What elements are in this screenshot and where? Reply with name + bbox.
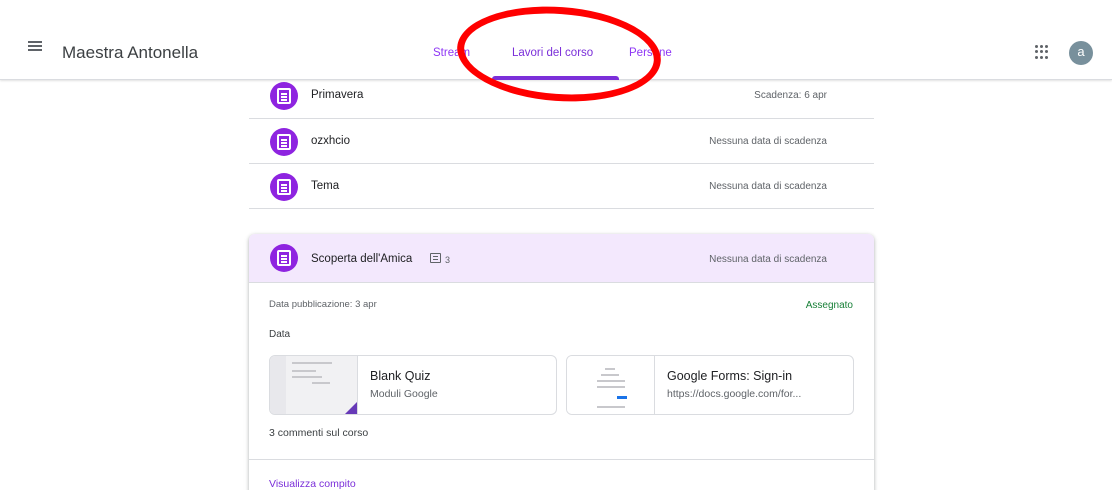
assignment-row[interactable]: ozxhcio Nessuna data di scadenza — [249, 119, 874, 164]
expanded-assignment-card: Scoperta dell'Amica 3 Nessuna data di sc… — [249, 234, 874, 490]
comment-icon — [430, 253, 441, 263]
assignment-due: Scadenza: 6 apr — [754, 90, 827, 101]
assignment-description: Data — [269, 329, 291, 340]
assignment-title: Tema — [311, 180, 340, 192]
assignment-due: Nessuna data di scadenza — [709, 181, 827, 192]
tab-lavori-del-corso[interactable]: Lavori del corso — [512, 47, 593, 59]
hamburger-menu-icon[interactable] — [28, 41, 42, 51]
tab-stream[interactable]: Stream — [433, 47, 470, 59]
google-apps-grid-icon[interactable] — [1035, 45, 1049, 59]
view-assignment-link[interactable]: Visualizza compito — [269, 478, 356, 490]
assignment-row[interactable]: Tema Nessuna data di scadenza — [249, 164, 874, 209]
attachment-subtitle: https://docs.google.com/for... — [667, 388, 802, 400]
attachment-google-forms-sign-in[interactable]: Google Forms: Sign-in https://docs.googl… — [566, 355, 854, 415]
comment-count: 3 — [445, 255, 451, 265]
tab-persone[interactable]: Persone — [629, 47, 672, 59]
assignment-icon — [270, 128, 298, 156]
assignment-list: Primavera Scadenza: 6 apr ozxhcio Nessun… — [249, 80, 874, 209]
active-tab-indicator — [492, 76, 619, 80]
attachment-blank-quiz[interactable]: Blank Quiz Moduli Google — [269, 355, 557, 415]
expanded-assignment-due: Nessuna data di scadenza — [709, 254, 827, 265]
assignment-icon — [270, 82, 298, 110]
course-title[interactable]: Maestra Antonella — [62, 43, 198, 63]
publication-date: Data pubblicazione: 3 apr — [269, 299, 377, 310]
attachment-title: Blank Quiz — [370, 369, 431, 383]
form-thumbnail — [270, 356, 358, 414]
assignment-icon — [270, 244, 298, 272]
assignment-row[interactable]: Primavera Scadenza: 6 apr — [249, 80, 874, 119]
link-thumbnail — [567, 356, 655, 414]
expanded-assignment-title: Scoperta dell'Amica — [311, 253, 413, 265]
attachment-title: Google Forms: Sign-in — [667, 369, 793, 383]
account-avatar[interactable]: a — [1069, 41, 1093, 65]
assignment-title: Primavera — [311, 89, 364, 101]
divider — [249, 459, 874, 460]
assignment-icon — [270, 173, 298, 201]
attachment-subtitle: Moduli Google — [370, 388, 438, 400]
assignment-title: ozxhcio — [311, 135, 350, 147]
status-label: Assegnato — [805, 300, 853, 311]
expanded-assignment-header[interactable]: Scoperta dell'Amica 3 Nessuna data di sc… — [249, 234, 874, 283]
top-app-bar: Maestra Antonella Stream Lavori del cors… — [0, 0, 1112, 80]
class-comments-link[interactable]: 3 commenti sul corso — [269, 427, 368, 439]
assignment-due: Nessuna data di scadenza — [709, 136, 827, 147]
